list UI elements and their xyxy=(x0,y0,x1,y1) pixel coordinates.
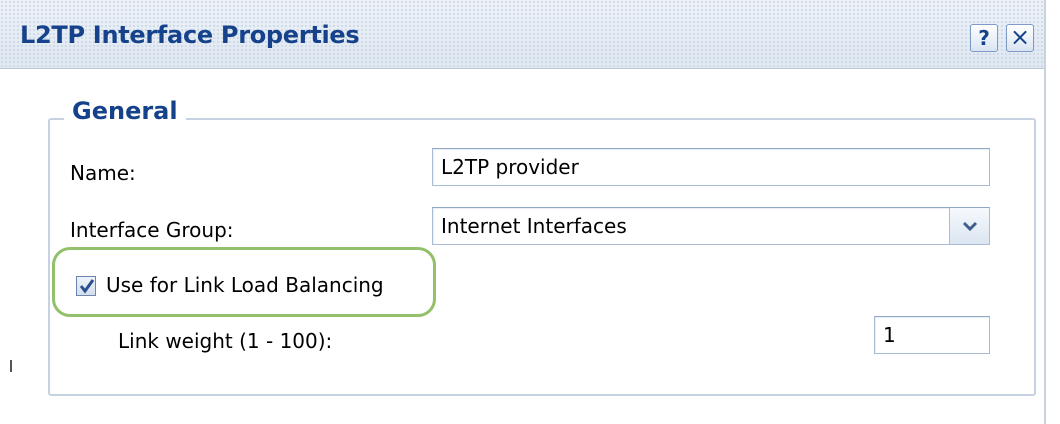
dropdown-button[interactable] xyxy=(949,208,989,244)
dialog-titlebar[interactable]: L2TP Interface Properties ? × xyxy=(0,0,1044,69)
interface-group-select[interactable]: Internet Interfaces xyxy=(432,207,990,245)
checkmark-icon xyxy=(79,279,95,294)
help-button[interactable]: ? xyxy=(970,24,998,52)
load-balancing-label[interactable]: Use for Link Load Balancing xyxy=(106,273,384,297)
name-label: Name: xyxy=(70,161,136,185)
load-balancing-checkbox[interactable] xyxy=(76,276,96,296)
edge-mark xyxy=(10,360,12,372)
help-icon: ? xyxy=(978,26,990,50)
close-button[interactable]: × xyxy=(1006,24,1034,52)
general-legend: General xyxy=(64,97,186,125)
link-weight-input[interactable]: 1 xyxy=(874,316,990,354)
dialog-title: L2TP Interface Properties xyxy=(20,21,360,49)
name-input[interactable]: L2TP provider xyxy=(432,148,990,186)
dialog-window: L2TP Interface Properties ? × General Na… xyxy=(0,0,1046,424)
interface-group-value: Internet Interfaces xyxy=(441,214,627,238)
link-weight-label: Link weight (1 - 100): xyxy=(118,329,333,353)
chevron-down-icon xyxy=(962,221,978,232)
close-icon: × xyxy=(1009,23,1031,51)
interface-group-label: Interface Group: xyxy=(70,218,234,242)
